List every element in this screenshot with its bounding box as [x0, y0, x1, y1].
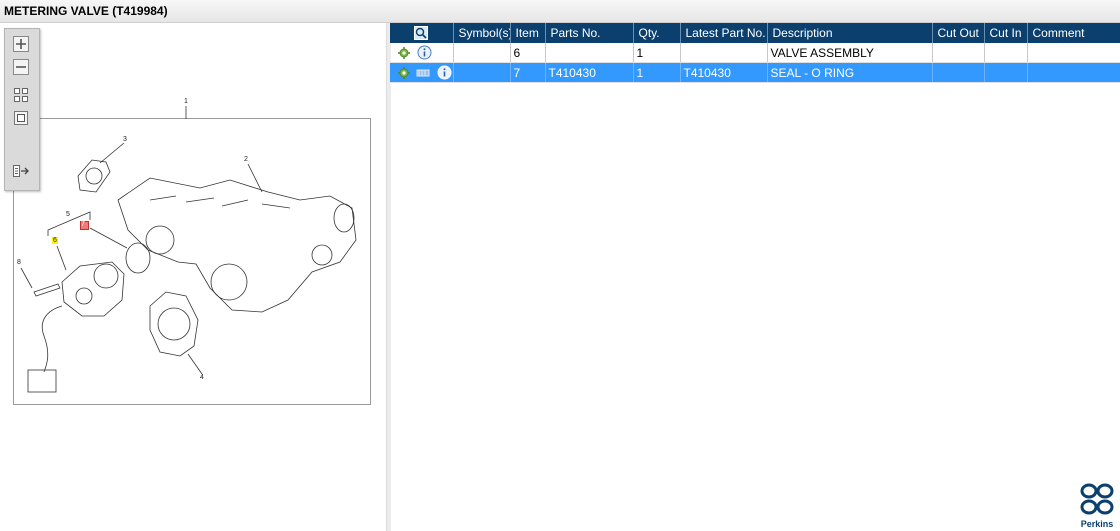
cell-cut-out: [932, 43, 985, 63]
leader-7: [89, 227, 128, 249]
expand-panel-button[interactable]: [12, 162, 30, 179]
o-ring: [125, 242, 151, 274]
connector: [27, 369, 57, 393]
cell-qty: 1: [633, 62, 681, 83]
callout-5[interactable]: 5: [66, 211, 70, 218]
header-symbols[interactable]: Symbol(s): [453, 23, 511, 43]
square-icon: [14, 110, 28, 125]
cell-comment: [1027, 62, 1120, 83]
diagram-toolbar: [4, 28, 40, 191]
wire-harness: [41, 305, 63, 373]
exploded-diagram: [20, 106, 357, 393]
info-icon[interactable]: [417, 45, 432, 60]
leader-6: [56, 245, 67, 271]
parts-table-container: Symbol(s) Item Parts No. Qty. Latest Par…: [390, 23, 1120, 83]
header-description[interactable]: Description: [767, 23, 933, 43]
header-cut-out[interactable]: Cut Out: [932, 23, 985, 43]
valve-6: [61, 261, 125, 317]
zoom-in-button[interactable]: [12, 35, 30, 52]
actual-size-button[interactable]: [12, 109, 30, 126]
cell-parts-no: [545, 43, 634, 63]
panel-arrow-icon: [13, 164, 29, 177]
callout-2[interactable]: 2: [244, 156, 248, 163]
minus-icon: [13, 58, 29, 75]
header-search[interactable]: [390, 23, 454, 43]
callout-3[interactable]: 3: [123, 136, 127, 143]
pane-splitter[interactable]: [386, 23, 391, 531]
cell-symbols: [453, 62, 511, 83]
callout-4[interactable]: 4: [200, 374, 204, 381]
gasket-4: [149, 291, 199, 357]
header-comment[interactable]: Comment: [1027, 23, 1120, 43]
table-header-row: Symbol(s) Item Parts No. Qty. Latest Par…: [390, 23, 1120, 43]
callout-1[interactable]: 1: [184, 98, 188, 105]
brand-name: Perkins: [1080, 519, 1114, 529]
cell-symbols: [453, 43, 511, 63]
row-icons: [390, 62, 454, 83]
perkins-emblem-icon: [1080, 483, 1114, 515]
leader-8: [20, 267, 33, 289]
grid-icon: [14, 87, 28, 102]
perkins-logo: Perkins: [1078, 482, 1116, 530]
info-icon[interactable]: [437, 65, 452, 80]
table-row-selected[interactable]: 7 T410430 1 T410430 SEAL - O RING: [390, 62, 1120, 83]
magnifier-icon: [414, 26, 429, 40]
cell-item: 6: [510, 43, 546, 63]
gear-icon[interactable]: [397, 46, 411, 60]
gasket-3-hole: [85, 167, 103, 185]
leader-3: [99, 142, 125, 164]
header-qty[interactable]: Qty.: [633, 23, 681, 43]
cell-description: SEAL - O RING: [767, 62, 933, 83]
callout-7[interactable]: 7: [81, 221, 85, 228]
gear-icon[interactable]: [397, 66, 411, 80]
table-row[interactable]: 6 1 VALVE ASSEMBLY: [390, 43, 1120, 63]
callout-6[interactable]: 6: [52, 237, 58, 244]
row-icons: [390, 43, 454, 63]
bolt-8: [33, 283, 61, 297]
parts-table: Symbol(s) Item Parts No. Qty. Latest Par…: [390, 23, 1120, 83]
cell-cut-in: [984, 43, 1028, 63]
cell-comment: [1027, 43, 1120, 63]
cell-cut-out: [932, 62, 985, 83]
cell-cut-in: [984, 62, 1028, 83]
callout-8[interactable]: 8: [17, 259, 21, 266]
cell-item: 7: [510, 62, 546, 83]
header-latest-part-no[interactable]: Latest Part No.: [680, 23, 768, 43]
header-item[interactable]: Item: [510, 23, 546, 43]
header-cut-in[interactable]: Cut In: [984, 23, 1028, 43]
stock-icon[interactable]: [416, 67, 431, 79]
zoom-out-button[interactable]: [12, 58, 30, 75]
cell-latest-part-no: [680, 43, 768, 63]
cell-qty: 1: [633, 43, 681, 63]
plus-icon: [13, 35, 29, 52]
fit-all-button[interactable]: [12, 86, 30, 103]
leader-4: [187, 353, 203, 375]
gasket-3: [77, 159, 111, 193]
cell-description: VALVE ASSEMBLY: [767, 43, 933, 63]
cell-parts-no: T410430: [545, 62, 634, 83]
cell-latest-part-no: T410430: [680, 62, 768, 83]
header-parts-no[interactable]: Parts No.: [545, 23, 634, 43]
